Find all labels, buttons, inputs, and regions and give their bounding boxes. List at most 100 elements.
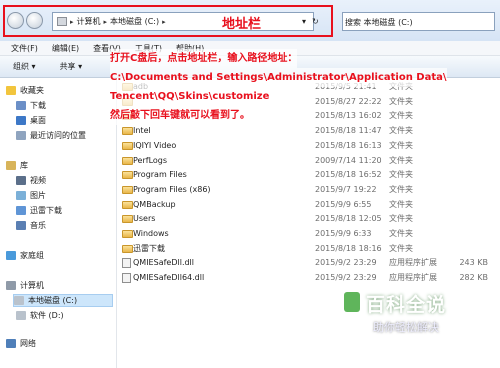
file-row[interactable]: Windows 2015/9/9 6:33 文件夹 (118, 227, 500, 240)
file-name: Intel (133, 126, 151, 136)
nav-desktop[interactable]: 桌面 (16, 114, 46, 127)
folder-icon (122, 141, 133, 150)
instruction-annotation: 打开C盘后，点击地址栏，输入路径地址： C:\Documents and Set… (110, 49, 495, 125)
file-type: 文件夹 (389, 229, 413, 238)
file-date: 2015/8/18 16:13 (315, 140, 382, 150)
share-button[interactable]: 共享 ▾ (60, 61, 83, 72)
file-date: 2015/9/2 23:29 (315, 273, 377, 283)
nav-computer[interactable]: 计算机 (6, 279, 44, 292)
file-type: 应用程序扩展 (389, 258, 437, 268)
file-name: QMIESafeDll.dll (133, 258, 195, 268)
watermark-subtitle: 助你轻松解决 (373, 321, 439, 334)
nav-soft-d[interactable]: 软件 (D:) (16, 309, 64, 322)
nav-music[interactable]: 音乐 (16, 219, 46, 232)
file-date: 2015/9/7 19:22 (315, 184, 377, 194)
file-row[interactable]: QMIESafeDll.dll 2015/9/2 23:29 应用程序扩展 243 K… (118, 256, 500, 269)
file-date: 2015/8/18 18:16 (315, 243, 382, 253)
file-type: 文件夹 (389, 140, 413, 150)
search-input[interactable]: 搜索 本地磁盘 (C:) (342, 12, 495, 31)
file-name: QMIESafeDll64.dll (133, 273, 205, 283)
file-row[interactable]: IQIYI Video 2015/8/18 16:13 文件夹 (118, 139, 500, 152)
folder-icon (122, 127, 133, 136)
instruction-line-2: C:\Documents and Settings\Administrator\… (110, 68, 447, 87)
file-date: 2015/8/18 11:47 (315, 126, 382, 136)
file-date: 2015/9/9 6:33 (315, 229, 372, 238)
star-icon (6, 86, 16, 95)
folder-icon (122, 215, 133, 224)
nav-video[interactable]: 视频 (16, 174, 46, 187)
file-name: 迅雷下载 (133, 243, 165, 253)
file-row[interactable]: Program Files (x86) 2015/9/7 19:22 文件夹 (118, 183, 500, 196)
music-icon (16, 221, 26, 230)
picture-icon (16, 191, 26, 200)
download-icon (16, 101, 26, 110)
file-type: 文件夹 (389, 243, 413, 253)
folder-icon (122, 230, 133, 238)
file-size: 282 KB (459, 273, 488, 283)
desktop-icon (16, 116, 26, 125)
file-type: 文件夹 (389, 184, 413, 194)
homegroup-icon (6, 251, 16, 260)
file-row[interactable]: PerfLogs 2009/7/14 11:20 文件夹 (118, 154, 500, 167)
file-name: PerfLogs (133, 155, 168, 165)
computer-icon (6, 281, 16, 290)
file-date: 2009/7/14 11:20 (315, 155, 382, 165)
nav-library[interactable]: 库 (6, 159, 28, 172)
xunlei-icon (16, 206, 26, 215)
nav-favorites[interactable]: 收藏夹 (6, 84, 44, 97)
navigation-pane: 收藏夹 下载 桌面 最近访问的位置 库 视频 图片 迅雷下载 音乐 家庭组 计算… (0, 78, 117, 368)
video-icon (16, 176, 26, 185)
nav-download[interactable]: 下载 (16, 99, 46, 112)
file-date: 2015/8/18 12:05 (315, 214, 382, 224)
file-name: Program Files (x86) (133, 184, 211, 194)
organize-button[interactable]: 组织 ▾ (13, 61, 36, 72)
instruction-line-1: 打开C盘后，点击地址栏，输入路径地址： (110, 49, 298, 68)
menu-edit[interactable]: 编辑(E) (52, 43, 79, 54)
nav-xunlei[interactable]: 迅雷下载 (16, 204, 62, 217)
file-type: 文件夹 (389, 170, 413, 180)
folder-icon (122, 156, 133, 165)
file-size: 243 KB (459, 258, 488, 268)
file-row[interactable]: QMBackup 2015/9/9 6:55 文件夹 (118, 198, 500, 211)
explorer-window: ▸ 计算机 ▸ 本地磁盘 (C:) ▸ ▾ ↻ 搜索 本地磁盘 (C:) 地址栏… (0, 0, 500, 368)
nav-network[interactable]: 网络 (6, 337, 36, 350)
network-icon (6, 339, 16, 348)
address-bar-area: ▸ 计算机 ▸ 本地磁盘 (C:) ▸ ▾ ↻ 搜索 本地磁盘 (C:) 地址栏 (0, 0, 500, 41)
file-row[interactable]: 迅雷下载 2015/8/18 18:16 文件夹 (118, 242, 500, 255)
file-type: 文件夹 (389, 199, 413, 209)
menu-file[interactable]: 文件(F) (11, 43, 38, 54)
file-date: 2015/9/9 6:55 (315, 199, 372, 209)
file-date: 2015/8/18 16:52 (315, 170, 382, 180)
address-annotation: 地址栏 (222, 17, 262, 32)
file-row[interactable]: QMIESafeDll64.dll 2015/9/2 23:29 应用程序扩展 282… (118, 271, 500, 284)
library-icon (6, 161, 16, 170)
drive-icon (16, 311, 26, 320)
folder-icon (122, 244, 133, 253)
dll-file-icon (122, 273, 131, 284)
nav-homegroup[interactable]: 家庭组 (6, 249, 44, 262)
baike-logo-icon (344, 292, 360, 312)
file-type: 文件夹 (389, 155, 413, 165)
recent-icon (16, 131, 26, 140)
nav-pictures[interactable]: 图片 (16, 189, 46, 202)
watermark: 百科全说 助你轻松解决 (336, 290, 476, 348)
folder-icon (122, 185, 133, 194)
file-name: Program Files (133, 170, 187, 180)
file-name: Users (133, 214, 156, 224)
instruction-line-3: Tencent\QQ\Skins\customize (110, 87, 270, 106)
file-row[interactable]: Program Files 2015/8/18 16:52 文件夹 (118, 168, 500, 181)
address-highlight-box (3, 5, 333, 37)
file-row[interactable]: Users 2015/8/18 12:05 文件夹 (118, 212, 500, 225)
drive-icon (14, 296, 24, 305)
file-name: QMBackup (133, 199, 176, 209)
nav-recent[interactable]: 最近访问的位置 (16, 129, 86, 142)
file-type: 应用程序扩展 (389, 273, 437, 283)
file-date: 2015/9/2 23:29 (315, 258, 377, 268)
file-type: 文件夹 (389, 126, 413, 136)
dll-file-icon (122, 258, 131, 269)
folder-icon (122, 171, 133, 180)
nav-local-disk-c[interactable]: 本地磁盘 (C:) (13, 294, 113, 307)
file-name: IQIYI Video (133, 140, 177, 150)
file-row[interactable]: Intel 2015/8/18 11:47 文件夹 (118, 124, 500, 137)
file-name: Windows (133, 229, 169, 238)
